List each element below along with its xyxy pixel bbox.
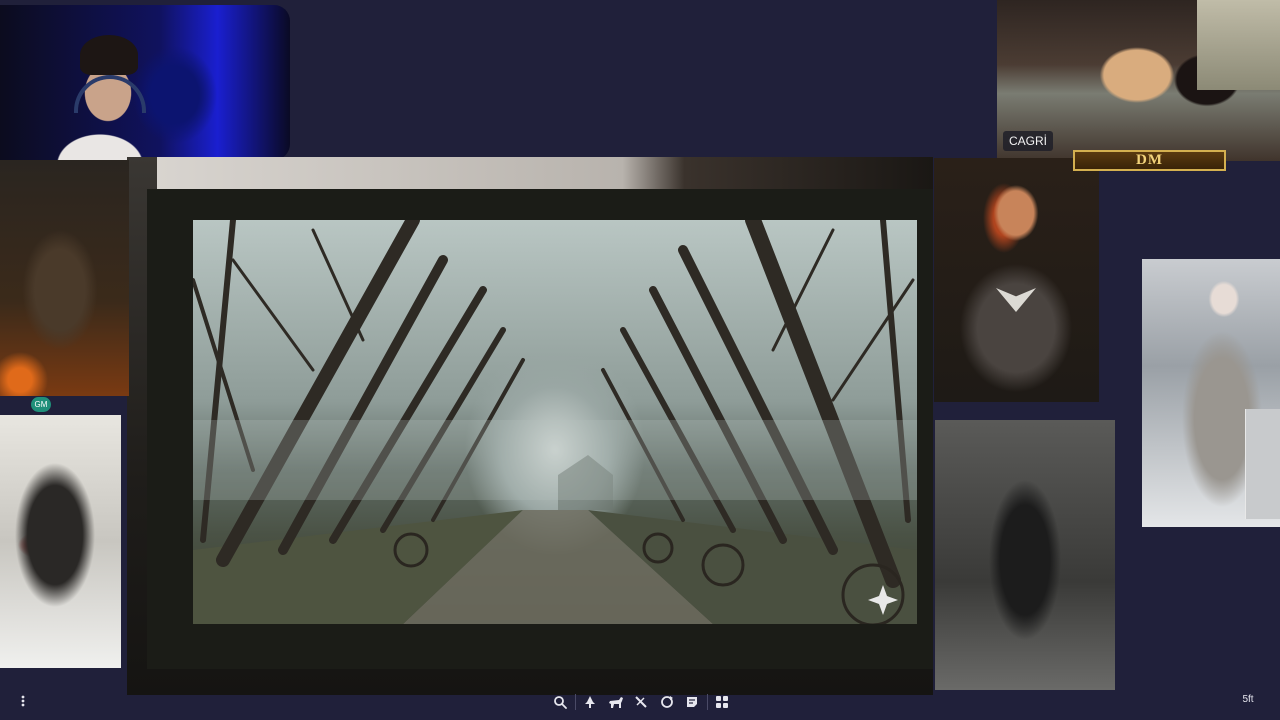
toolbar-divider	[706, 694, 708, 710]
horse-icon	[608, 697, 623, 708]
dm-webcam-wall	[1197, 0, 1280, 90]
menu-button[interactable]	[12, 690, 34, 712]
eagle-emblem	[996, 288, 1036, 312]
circle-arrow-icon	[660, 696, 673, 708]
apps-tool[interactable]	[711, 691, 733, 713]
measure-tool[interactable]	[630, 691, 652, 713]
token-elf[interactable]	[1142, 259, 1280, 527]
creature-tool[interactable]	[605, 691, 627, 713]
dm-label: DM	[1073, 150, 1226, 171]
forest-road-scene[interactable]	[193, 220, 917, 624]
grid-icon	[716, 696, 728, 708]
token-hunter[interactable]	[935, 420, 1115, 690]
forest-trees-drawing	[193, 220, 917, 624]
pin-tool[interactable]	[579, 691, 601, 713]
headphone-shape	[74, 75, 146, 113]
battle-map[interactable]	[127, 157, 933, 695]
token-knight[interactable]	[0, 415, 121, 668]
player-webcam	[0, 5, 290, 160]
gm-badge: GM	[31, 397, 51, 412]
ruler-pencil-icon	[635, 696, 647, 708]
token-ranger[interactable]	[0, 160, 129, 396]
dm-webcam-name: CAGRİ	[1003, 131, 1054, 151]
map-top-strip	[157, 157, 933, 189]
dm-webcam: CAGRİ	[997, 0, 1280, 161]
refresh-tool[interactable]	[656, 691, 678, 713]
pin-icon	[585, 696, 595, 708]
white-wolf	[1245, 409, 1280, 519]
map-toolbar	[543, 690, 739, 714]
toolbar-divider	[574, 694, 576, 710]
player-hair	[80, 35, 138, 75]
token-warrior[interactable]	[934, 158, 1099, 402]
zoom-tool[interactable]	[549, 691, 571, 713]
grid-scale-indicator[interactable]: 5ft	[1232, 690, 1264, 710]
note-icon	[687, 697, 697, 707]
search-icon	[554, 696, 567, 709]
note-tool[interactable]	[681, 691, 703, 713]
more-vertical-icon	[21, 695, 25, 707]
